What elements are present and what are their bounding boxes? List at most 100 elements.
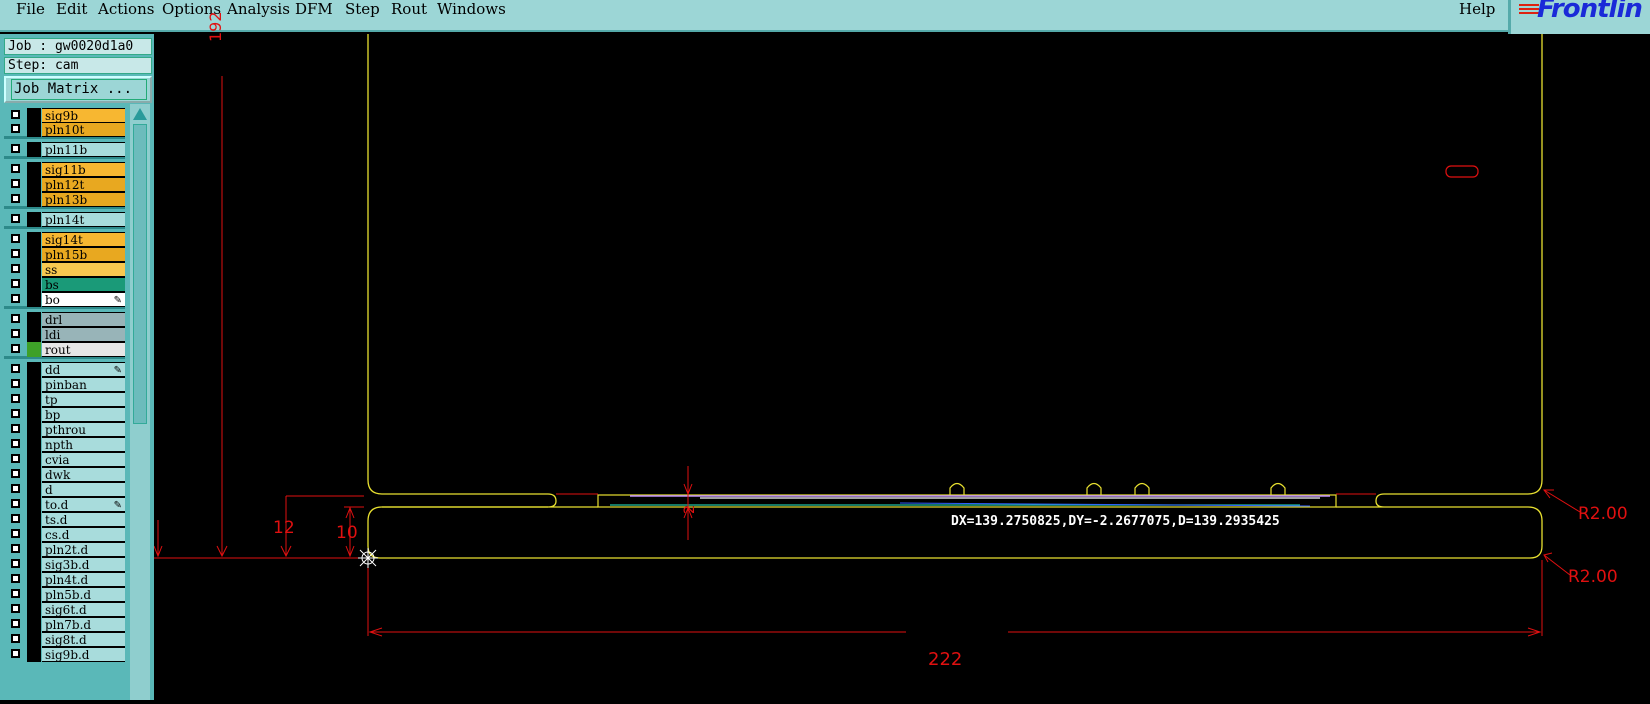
layer-name[interactable]: npth (42, 437, 125, 452)
layer-name[interactable]: ldi (42, 327, 125, 342)
layer-color-swatch[interactable] (27, 572, 41, 587)
layer-row-pln15b[interactable]: pln15b (4, 247, 125, 262)
layer-row-pln5b-d[interactable]: pln5b.d (4, 587, 125, 602)
layer-color-swatch[interactable] (27, 437, 41, 452)
menu-edit[interactable]: Edit (56, 0, 87, 18)
layer-checkbox[interactable] (11, 344, 20, 353)
layer-name[interactable]: tp (42, 392, 125, 407)
layer-row-pln10t[interactable]: pln10t (4, 122, 125, 137)
layer-name[interactable]: pln14t (42, 212, 125, 227)
layer-color-swatch[interactable] (27, 192, 41, 207)
layer-name[interactable]: dd ✎ (42, 362, 125, 377)
layer-name[interactable]: sig14t (42, 232, 125, 247)
layer-row-dd[interactable]: dd ✎ (4, 362, 125, 377)
layer-name[interactable]: pln5b.d (42, 587, 125, 602)
layer-color-swatch[interactable] (27, 632, 41, 647)
layer-name[interactable]: ts.d (42, 512, 125, 527)
layer-checkbox[interactable] (11, 499, 20, 508)
layer-row-d[interactable]: d (4, 482, 125, 497)
layer-color-swatch[interactable] (27, 647, 41, 662)
layer-checkbox[interactable] (11, 544, 20, 553)
layer-checkbox[interactable] (11, 634, 20, 643)
layer-name[interactable]: rout (42, 342, 125, 357)
layer-checkbox[interactable] (11, 409, 20, 418)
layer-name[interactable]: d (42, 482, 125, 497)
layer-row-pln14t[interactable]: pln14t (4, 212, 125, 227)
layer-row-cvia[interactable]: cvia (4, 452, 125, 467)
layer-name[interactable]: pln12t (42, 177, 125, 192)
layer-checkbox[interactable] (11, 249, 20, 258)
layer-name[interactable]: sig6t.d (42, 602, 125, 617)
layer-checkbox[interactable] (11, 110, 20, 119)
layer-name[interactable]: pln7b.d (42, 617, 125, 632)
layer-name[interactable]: dwk (42, 467, 125, 482)
menu-actions[interactable]: Actions (98, 0, 154, 18)
layer-row-pln4t-d[interactable]: pln4t.d (4, 572, 125, 587)
layer-row-bs[interactable]: bs (4, 277, 125, 292)
layer-row-sig9b-d[interactable]: sig9b.d (4, 647, 125, 662)
layer-color-swatch[interactable] (27, 162, 41, 177)
layer-color-swatch[interactable] (27, 212, 41, 227)
layer-checkbox[interactable] (11, 484, 20, 493)
layer-row-pln12t[interactable]: pln12t (4, 177, 125, 192)
layer-color-swatch[interactable] (27, 392, 41, 407)
job-matrix-button[interactable]: Job Matrix ... (4, 76, 152, 103)
layer-checkbox[interactable] (11, 279, 20, 288)
layer-name[interactable]: pln15b (42, 247, 125, 262)
layer-checkbox[interactable] (11, 214, 20, 223)
layer-color-swatch[interactable] (27, 482, 41, 497)
layer-row-rout[interactable]: rout (4, 342, 125, 357)
layer-color-swatch[interactable] (27, 557, 41, 572)
layer-checkbox[interactable] (11, 604, 20, 613)
layer-checkbox[interactable] (11, 619, 20, 628)
layer-color-swatch[interactable] (27, 122, 41, 137)
layer-color-swatch[interactable] (27, 407, 41, 422)
layer-checkbox[interactable] (11, 314, 20, 323)
layer-checkbox[interactable] (11, 439, 20, 448)
layer-name[interactable]: pln10t (42, 122, 125, 137)
layer-color-swatch[interactable] (27, 327, 41, 342)
layer-row-sig8t-d[interactable]: sig8t.d (4, 632, 125, 647)
graphics-canvas[interactable]: 222 12 10 192 R2.00 R2.00 2 DX=139.27508… (153, 11, 1650, 700)
layer-color-swatch[interactable] (27, 362, 41, 377)
layer-name[interactable]: sig3b.d (42, 557, 125, 572)
layer-row-ts-d[interactable]: ts.d (4, 512, 125, 527)
layer-color-swatch[interactable] (27, 108, 41, 123)
layer-color-swatch[interactable] (27, 452, 41, 467)
layer-scrollbar[interactable] (130, 104, 150, 700)
layer-name[interactable]: drl (42, 312, 125, 327)
layer-color-swatch[interactable] (27, 312, 41, 327)
layer-color-swatch[interactable] (27, 602, 41, 617)
layer-name[interactable]: pln2t.d (42, 542, 125, 557)
layer-name[interactable]: pthrou (42, 422, 125, 437)
layer-color-swatch[interactable] (27, 617, 41, 632)
layer-checkbox[interactable] (11, 529, 20, 538)
layer-checkbox[interactable] (11, 514, 20, 523)
layer-color-swatch[interactable] (27, 512, 41, 527)
menu-file[interactable]: File (16, 0, 45, 18)
layer-checkbox[interactable] (11, 294, 20, 303)
layer-checkbox[interactable] (11, 234, 20, 243)
menu-step[interactable]: Step (345, 0, 380, 18)
layer-color-swatch[interactable] (27, 587, 41, 602)
layer-row-dwk[interactable]: dwk (4, 467, 125, 482)
layer-checkbox[interactable] (11, 124, 20, 133)
layer-row-pln13b[interactable]: pln13b (4, 192, 125, 207)
layer-checkbox[interactable] (11, 589, 20, 598)
layer-checkbox[interactable] (11, 144, 20, 153)
layer-row-pinban[interactable]: pinban (4, 377, 125, 392)
layer-row-pln7b-d[interactable]: pln7b.d (4, 617, 125, 632)
menu-windows[interactable]: Windows (437, 0, 506, 18)
layer-checkbox[interactable] (11, 454, 20, 463)
layer-name[interactable]: cvia (42, 452, 125, 467)
layer-color-swatch[interactable] (27, 342, 41, 357)
layer-color-swatch[interactable] (27, 292, 41, 307)
layer-name[interactable]: to.d ✎ (42, 497, 125, 512)
layer-row-sig6t-d[interactable]: sig6t.d (4, 602, 125, 617)
layer-checkbox[interactable] (11, 329, 20, 338)
layer-color-swatch[interactable] (27, 527, 41, 542)
menu-help[interactable]: Help (1459, 0, 1495, 18)
layer-color-swatch[interactable] (27, 377, 41, 392)
layer-row-to-d[interactable]: to.d ✎ (4, 497, 125, 512)
layer-checkbox[interactable] (11, 379, 20, 388)
